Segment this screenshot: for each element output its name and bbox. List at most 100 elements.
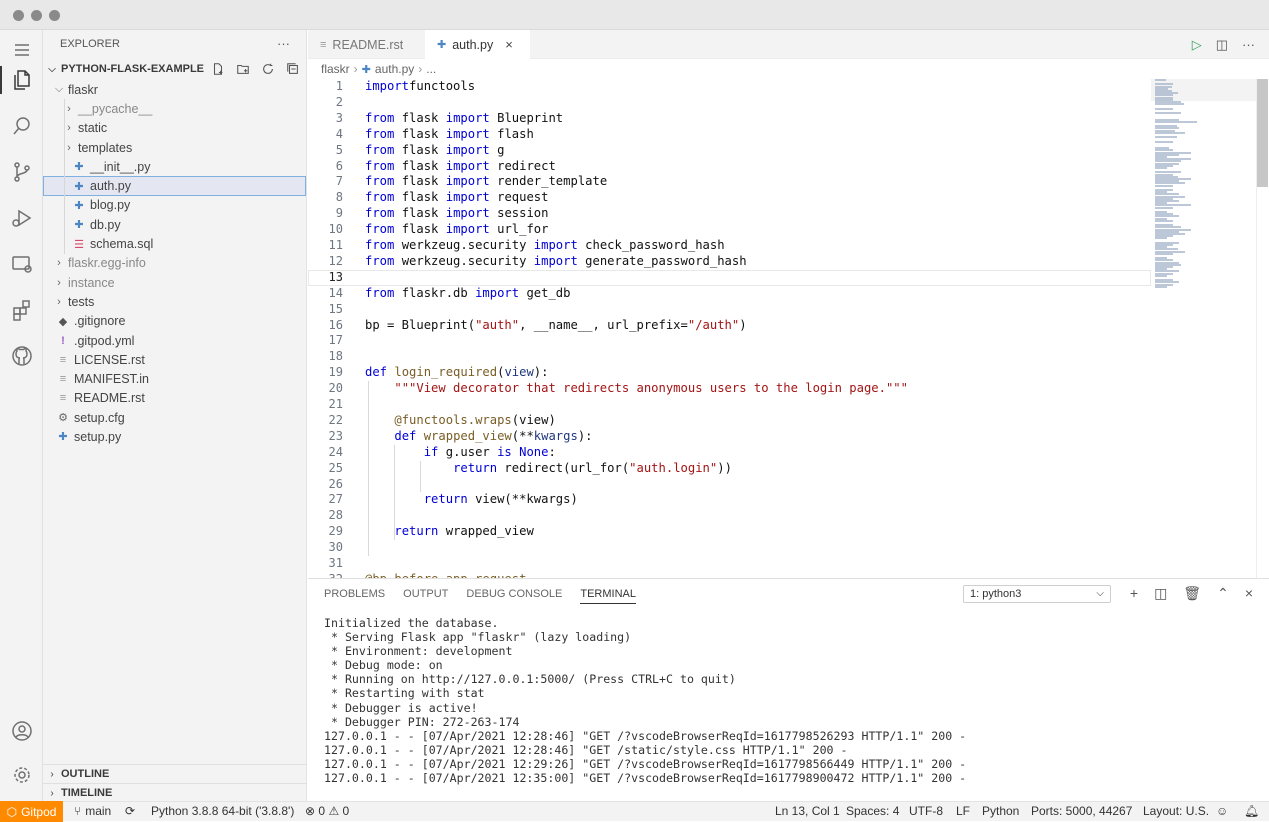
source-control-button[interactable] — [0, 152, 43, 192]
timeline-section[interactable]: › TIMELINE — [43, 783, 307, 802]
code-editor[interactable]: 1 importfunctools 2 3 from flask import Blue… — [308, 79, 1269, 578]
breadcrumb-file[interactable]: auth.py — [375, 62, 414, 76]
github-button[interactable] — [0, 336, 43, 376]
code-line[interactable]: 18 — [308, 349, 1151, 365]
tree-item[interactable]: ✚ auth.py — [43, 176, 306, 196]
tab-readme[interactable]: ≡ README.rst — [308, 30, 425, 59]
tree-item[interactable]: ⚙ setup.cfg — [43, 408, 306, 427]
code-line[interactable]: 1 importfunctools — [308, 79, 1151, 95]
code-line[interactable]: 3 from flask import Blueprint — [308, 111, 1151, 127]
new-folder-button[interactable] — [235, 61, 250, 76]
code-line[interactable]: 9 from flask import session — [308, 206, 1151, 222]
ports[interactable]: Ports: 5000, 44267 — [1031, 804, 1132, 818]
code-line[interactable]: 4 from flask import flash — [308, 127, 1151, 143]
trash-icon[interactable]: 🗑 — [1183, 585, 1201, 602]
split-terminal-icon[interactable]: ◫ — [1154, 585, 1167, 602]
code-line[interactable]: 20 """View decorator that redirects anon… — [308, 381, 1151, 397]
tree-item[interactable]: › tests — [43, 292, 306, 311]
tab-auth-py[interactable]: ✚ auth.py × — [425, 30, 530, 59]
branch-indicator[interactable]: ⑂ main — [74, 804, 111, 818]
close-panel-icon[interactable]: × — [1245, 585, 1253, 602]
tree-item[interactable]: ⌵ flaskr — [43, 80, 306, 99]
encoding[interactable]: UTF-8 — [909, 804, 943, 818]
tree-item[interactable]: ◆ .gitignore — [43, 312, 306, 331]
extensions-button[interactable] — [0, 290, 43, 330]
code-line[interactable]: 28 — [308, 508, 1151, 524]
tree-item[interactable]: › instance — [43, 273, 306, 292]
terminal-output[interactable]: Initialized the database. * Serving Flas… — [324, 616, 966, 785]
tree-item[interactable]: › flaskr.egg-info — [43, 254, 306, 273]
code-line[interactable]: 12 from werkzeug.security import generate… — [308, 254, 1151, 270]
problems-indicator[interactable]: ⊗ 0 ⚠ 0 — [305, 804, 349, 818]
tree-item[interactable]: ✚ __init__.py — [43, 157, 306, 177]
breadcrumb-folder[interactable]: flaskr — [321, 62, 350, 76]
panel-tab-output[interactable]: OUTPUT — [403, 588, 448, 604]
remote-indicator[interactable]: ⬡ Gitpod — [0, 801, 63, 822]
run-file-icon[interactable]: ▷ — [1192, 37, 1202, 53]
code-line[interactable]: 19 def login_required(view): — [308, 365, 1151, 381]
tree-item[interactable]: ☰ schema.sql — [43, 234, 306, 254]
explorer-button[interactable] — [0, 60, 43, 100]
editor-scrollbar[interactable] — [1256, 79, 1269, 578]
breadcrumb-symbol[interactable]: ... — [426, 62, 436, 76]
code-line[interactable]: 23 def wrapped_view(**kwargs): — [308, 429, 1151, 445]
code-line[interactable]: 7 from flask import render_template — [308, 174, 1151, 190]
remote-explorer-button[interactable] — [0, 244, 43, 284]
close-tab-icon[interactable]: × — [505, 37, 513, 52]
tree-item[interactable]: ≡ README.rst — [43, 389, 306, 408]
project-header[interactable]: ⌵ PYTHON-FLASK-EXAMPLE — [43, 58, 306, 80]
run-debug-button[interactable] — [0, 198, 43, 238]
code-line[interactable]: 22 @functools.wraps(view) — [308, 413, 1151, 429]
tree-item[interactable]: ✚ setup.py — [43, 427, 306, 446]
minimize-window-button[interactable] — [31, 10, 42, 21]
search-button[interactable] — [0, 106, 43, 146]
new-file-button[interactable] — [210, 61, 225, 76]
code-line[interactable]: 5 from flask import g — [308, 143, 1151, 159]
manage-button[interactable] — [0, 755, 43, 795]
panel-tab-debug-console[interactable]: DEBUG CONSOLE — [466, 588, 562, 604]
code-line[interactable]: 15 — [308, 302, 1151, 318]
tree-item[interactable]: ≡ LICENSE.rst — [43, 350, 306, 369]
code-line[interactable]: 6 from flask import redirect — [308, 159, 1151, 175]
maximize-panel-icon[interactable]: ⌃ — [1217, 585, 1229, 602]
accounts-button[interactable] — [0, 711, 43, 751]
code-line[interactable]: 17 — [308, 333, 1151, 349]
code-line[interactable]: 10 from flask import url_for — [308, 222, 1151, 238]
cursor-position[interactable]: Ln 13, Col 1 — [775, 804, 840, 818]
tree-item[interactable]: › static — [43, 118, 306, 138]
code-line[interactable]: 27 return view(**kwargs) — [308, 492, 1151, 508]
end-of-line[interactable]: LF — [956, 804, 970, 818]
code-line[interactable]: 25 return redirect(url_for("auth.login")… — [308, 461, 1151, 477]
refresh-button[interactable] — [260, 61, 275, 76]
tree-item[interactable]: ✚ db.py — [43, 215, 306, 235]
code-line[interactable]: 24 if g.user is None: — [308, 445, 1151, 461]
language-mode[interactable]: Python — [982, 804, 1019, 818]
terminal-select[interactable]: 1: python3 ⌵ — [963, 585, 1111, 603]
tree-item[interactable]: ≡ MANIFEST.in — [43, 369, 306, 388]
sync-icon[interactable]: ⟳ — [125, 804, 135, 818]
scrollbar-thumb[interactable] — [1257, 79, 1268, 187]
panel-tab-terminal[interactable]: TERMINAL — [580, 588, 636, 604]
code-line[interactable]: 8 from flask import request — [308, 190, 1151, 206]
code-line[interactable]: 26 — [308, 477, 1151, 493]
code-line[interactable]: 13 — [308, 269, 1151, 286]
close-window-button[interactable] — [13, 10, 24, 21]
code-line[interactable]: 31 — [308, 556, 1151, 572]
code-line[interactable]: 16 bp = Blueprint("auth", __name__, url_p… — [308, 318, 1151, 334]
outline-section[interactable]: › OUTLINE — [43, 764, 307, 783]
python-interpreter[interactable]: Python 3.8.8 64-bit ('3.8.8') — [151, 804, 294, 818]
tree-item[interactable]: › __pycache__ — [43, 99, 306, 119]
code-line[interactable]: 30 — [308, 540, 1151, 556]
code-line[interactable]: 29 return wrapped_view — [308, 524, 1151, 540]
minimap[interactable] — [1151, 79, 1256, 578]
more-actions-icon[interactable]: ··· — [1242, 37, 1255, 53]
code-line[interactable]: 21 — [308, 397, 1151, 413]
zoom-window-button[interactable] — [49, 10, 60, 21]
bell-icon[interactable]: 🔔︎ — [1244, 804, 1259, 818]
split-editor-icon[interactable]: ◫ — [1216, 37, 1228, 53]
panel-tab-problems[interactable]: PROBLEMS — [324, 588, 385, 604]
indentation[interactable]: Spaces: 4 — [846, 804, 899, 818]
tree-item[interactable]: ✚ blog.py — [43, 195, 306, 216]
new-terminal-icon[interactable]: + — [1130, 585, 1138, 602]
code-line[interactable]: 2 — [308, 95, 1151, 111]
